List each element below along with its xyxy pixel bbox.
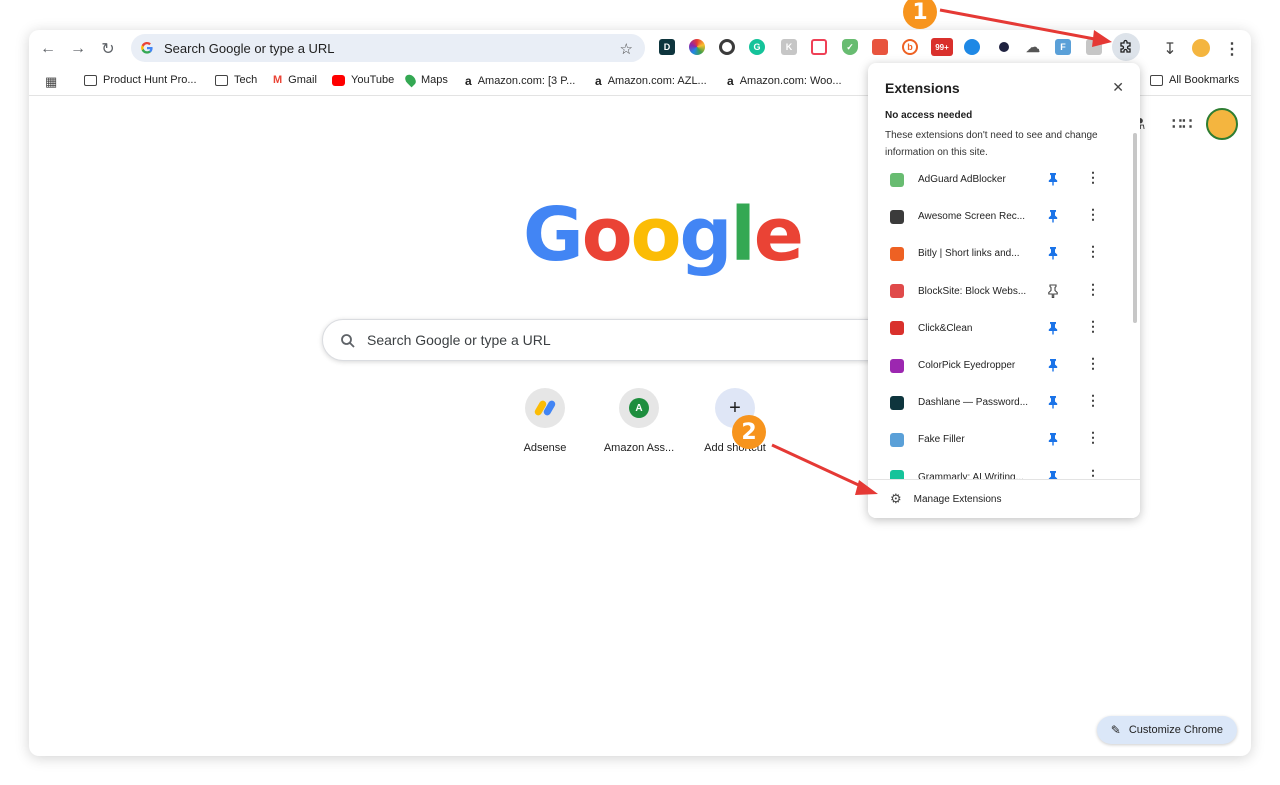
annotation-overlay xyxy=(771,8,1112,495)
annotation-arrow-2 xyxy=(771,443,866,490)
annotation-arrow-1 xyxy=(939,8,1101,42)
annotation-arrowhead-2 xyxy=(855,480,878,495)
step-2-badge: 2 xyxy=(732,415,766,449)
annotation-arrowhead-1 xyxy=(1092,30,1112,47)
